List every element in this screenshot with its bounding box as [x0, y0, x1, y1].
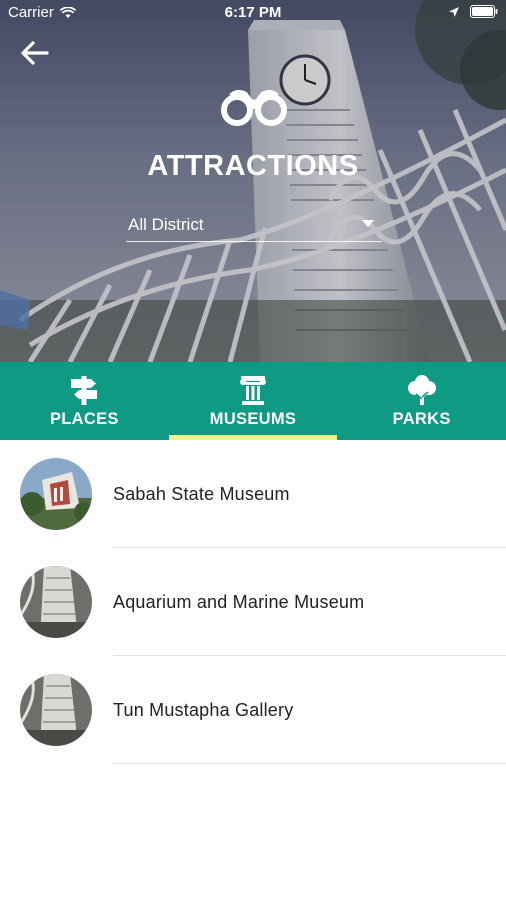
tab-places-label: PLACES	[49, 410, 119, 428]
list-item[interactable]: Sabah State Museum	[0, 440, 506, 548]
dropdown-caret-icon	[362, 220, 374, 227]
category-tab-bar: PLACES MUSEUMS PARKS	[0, 362, 506, 440]
arrow-left-icon	[21, 41, 49, 65]
district-select[interactable]: All District	[126, 212, 382, 242]
tree-icon	[407, 375, 436, 405]
tab-museums-label: MUSEUMS	[209, 410, 297, 428]
column-pillar-icon	[240, 376, 266, 405]
battery-icon	[470, 5, 498, 18]
museum-name: Tun Mustapha Gallery	[113, 700, 294, 720]
list-item[interactable]: Tun Mustapha Gallery	[0, 656, 506, 764]
back-button[interactable]	[18, 36, 52, 70]
museum-thumbnail	[20, 674, 92, 746]
district-select-value: All District	[128, 215, 204, 234]
status-right-icons	[448, 5, 498, 18]
tab-places[interactable]: PLACES	[0, 362, 169, 440]
tab-parks[interactable]: PARKS	[337, 362, 506, 440]
page-title: ATTRACTIONS	[147, 150, 359, 182]
museum-thumbnail	[20, 566, 92, 638]
museum-thumbnail	[20, 458, 92, 530]
binoculars-icon	[221, 88, 287, 128]
tab-parks-label: PARKS	[392, 410, 451, 428]
location-arrow-icon	[449, 6, 459, 17]
museum-name: Aquarium and Marine Museum	[113, 592, 365, 612]
status-time: 6:17 PM	[224, 4, 282, 21]
list-item[interactable]: Aquarium and Marine Museum	[0, 548, 506, 656]
museum-list: Sabah State Museum Aquarium and Marine M…	[0, 440, 506, 764]
status-bar: Carrier 6:17 PM	[0, 0, 506, 26]
museum-name: Sabah State Museum	[113, 484, 290, 504]
tab-museums[interactable]: MUSEUMS	[168, 362, 338, 440]
row-divider	[113, 763, 506, 764]
signpost-icon	[71, 376, 98, 405]
